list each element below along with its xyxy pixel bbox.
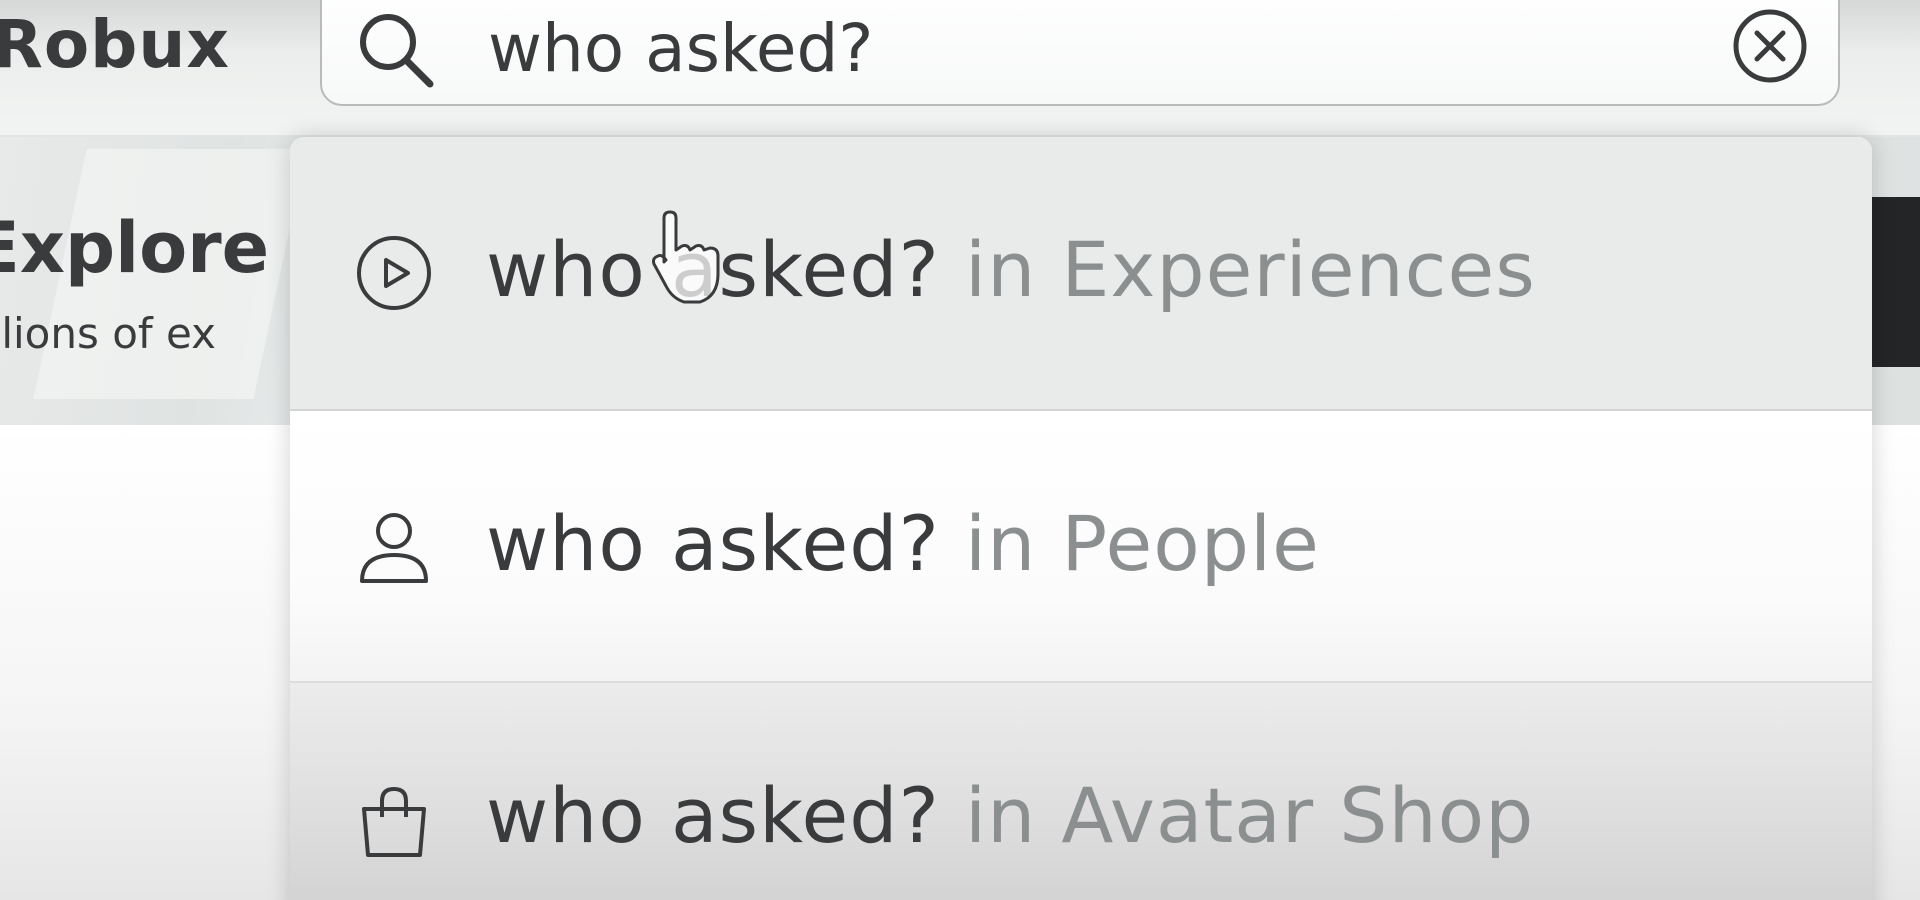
page: Explore illions of ex Robux who asked? w…	[0, 0, 1920, 900]
suggestion-experiences[interactable]: who asked? in Experiences	[290, 137, 1872, 411]
shopping-bag-icon	[362, 786, 426, 857]
suggestion-query: who asked?	[486, 499, 940, 588]
suggestion-text: who asked? in Experiences	[486, 225, 1536, 314]
suggestion-query: who asked?	[486, 771, 940, 860]
suggestion-text: who asked? in People	[486, 499, 1320, 588]
top-navigation-bar: Robux	[0, 0, 1920, 137]
search-icon[interactable]	[354, 8, 438, 92]
suggestion-scope: in Avatar Shop	[939, 771, 1535, 860]
suggestion-query: who asked?	[486, 225, 940, 314]
suggestion-scope: in People	[939, 499, 1320, 588]
banner-title: Explore	[0, 207, 270, 289]
search-box[interactable]	[320, 0, 1840, 106]
close-circle-icon[interactable]	[1730, 6, 1810, 86]
suggestion-people[interactable]: who asked? in People	[290, 411, 1872, 683]
nav-link-robux[interactable]: Robux	[0, 6, 230, 83]
play-circle-icon	[357, 236, 431, 310]
person-icon	[360, 513, 428, 583]
suggestion-avatar-shop[interactable]: who asked? in Avatar Shop	[290, 683, 1872, 900]
search-suggestions-dropdown: who asked? in Experiences who asked? in …	[290, 137, 1872, 900]
suggestion-scope: in Experiences	[939, 225, 1536, 314]
search-input[interactable]	[488, 6, 1638, 90]
banner-subtitle: illions of ex	[0, 309, 217, 358]
suggestion-text: who asked? in Avatar Shop	[486, 771, 1534, 860]
